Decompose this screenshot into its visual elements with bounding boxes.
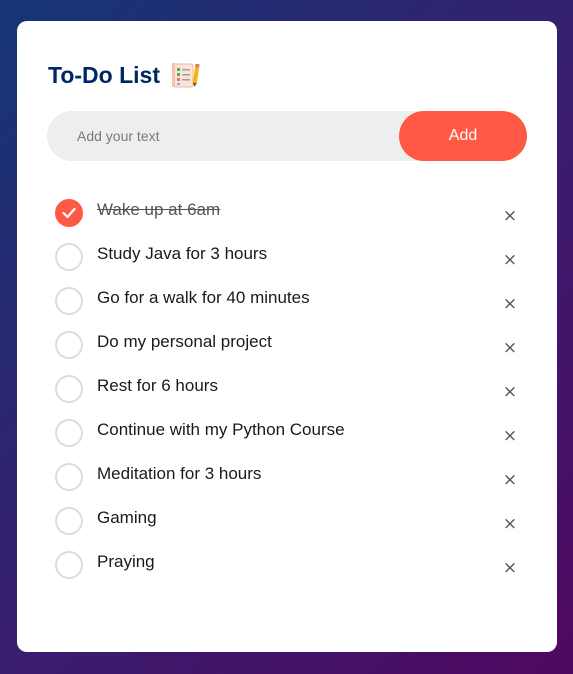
- unchecked-circle-icon[interactable]: [55, 507, 83, 535]
- delete-task-icon[interactable]: ×: [496, 290, 524, 318]
- unchecked-circle-icon[interactable]: [55, 419, 83, 447]
- delete-task-icon[interactable]: ×: [496, 554, 524, 582]
- task-item[interactable]: Wake up at 6am ×: [54, 193, 524, 237]
- unchecked-circle-icon[interactable]: [55, 463, 83, 491]
- task-item[interactable]: Go for a walk for 40 minutes ×: [54, 281, 524, 325]
- task-input[interactable]: [47, 111, 387, 161]
- delete-task-icon[interactable]: ×: [496, 510, 524, 538]
- checked-circle-icon[interactable]: [55, 199, 83, 227]
- task-item[interactable]: Continue with my Python Course ×: [54, 413, 524, 457]
- task-text: Gaming: [97, 508, 157, 527]
- task-item[interactable]: Do my personal project ×: [54, 325, 524, 369]
- task-text: Do my personal project: [97, 332, 272, 351]
- task-text: Rest for 6 hours: [97, 376, 218, 395]
- task-text: Continue with my Python Course: [97, 420, 345, 439]
- checkmark-icon: [62, 207, 76, 219]
- task-item[interactable]: Study Java for 3 hours ×: [54, 237, 524, 281]
- unchecked-circle-icon[interactable]: [55, 331, 83, 359]
- delete-task-icon[interactable]: ×: [496, 246, 524, 274]
- app-title: To-Do List: [48, 61, 160, 88]
- unchecked-circle-icon[interactable]: [55, 287, 83, 315]
- delete-task-icon[interactable]: ×: [496, 334, 524, 362]
- notepad-checklist-icon: [170, 61, 200, 89]
- task-item[interactable]: Meditation for 3 hours ×: [54, 457, 524, 501]
- task-text: Praying: [97, 552, 155, 571]
- task-list: Wake up at 6am × Study Java for 3 hours × Go…: [54, 193, 524, 589]
- delete-task-icon[interactable]: ×: [496, 202, 524, 230]
- delete-task-icon[interactable]: ×: [496, 466, 524, 494]
- task-item[interactable]: Praying ×: [54, 545, 524, 589]
- task-text: Wake up at 6am: [97, 200, 221, 219]
- unchecked-circle-icon[interactable]: [55, 243, 83, 271]
- unchecked-circle-icon[interactable]: [55, 551, 83, 579]
- title-row: To-Do List: [48, 61, 200, 89]
- task-text: Study Java for 3 hours: [97, 244, 268, 263]
- add-task-row: Add: [47, 111, 527, 161]
- task-text: Meditation for 3 hours: [97, 464, 262, 483]
- delete-task-icon[interactable]: ×: [496, 378, 524, 406]
- unchecked-circle-icon[interactable]: [55, 375, 83, 403]
- todo-app-card: To-Do List Add Wake up: [17, 21, 557, 652]
- task-item[interactable]: Gaming ×: [54, 501, 524, 545]
- add-button[interactable]: Add: [399, 111, 527, 161]
- delete-task-icon[interactable]: ×: [496, 422, 524, 450]
- task-item[interactable]: Rest for 6 hours ×: [54, 369, 524, 413]
- task-text: Go for a walk for 40 minutes: [97, 288, 310, 307]
